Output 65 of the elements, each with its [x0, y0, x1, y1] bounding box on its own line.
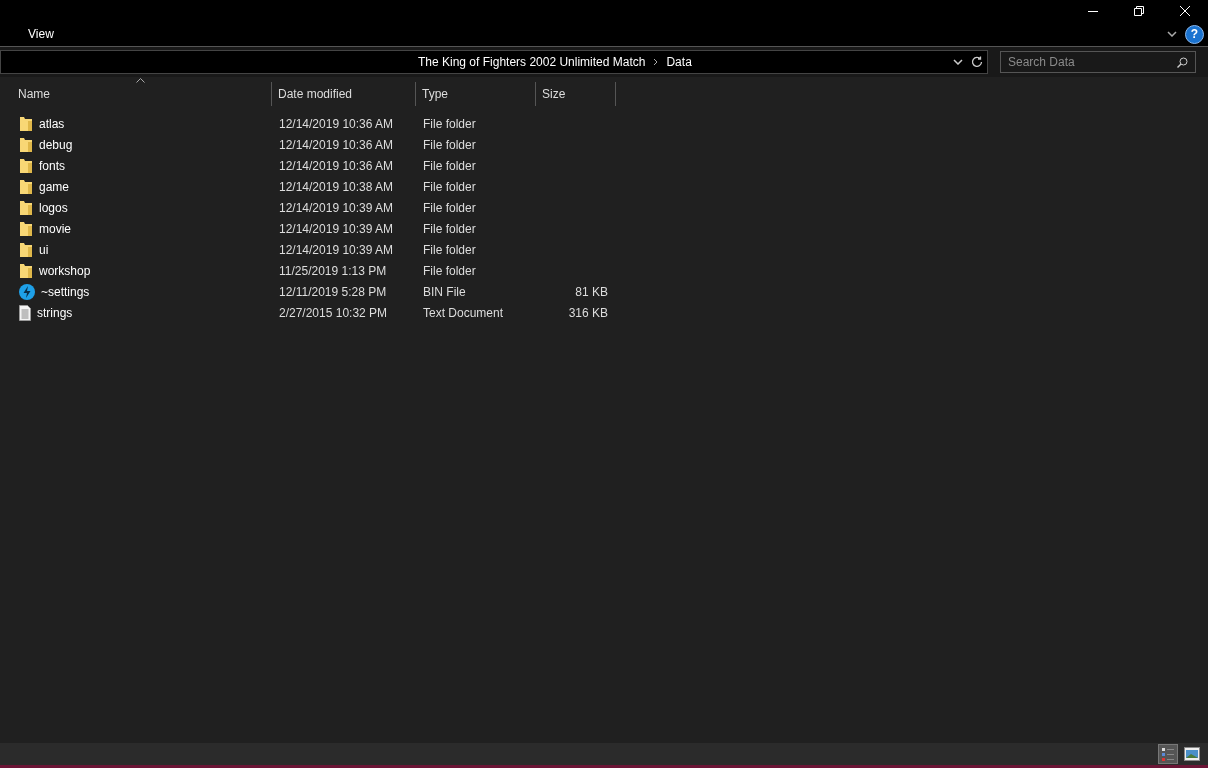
column-header[interactable]: Type [416, 82, 536, 106]
file-name[interactable]: game [39, 179, 70, 194]
details-view-button[interactable] [1158, 744, 1178, 764]
breadcrumb[interactable]: Data [664, 55, 694, 69]
file-name[interactable]: atlas [39, 116, 65, 131]
preview-view-icon [1184, 747, 1200, 761]
ribbon-tab[interactable]: View [18, 25, 64, 43]
chevron-down-icon[interactable] [1167, 31, 1177, 37]
column-header[interactable]: Date modified [272, 82, 416, 106]
folder-icon [19, 241, 33, 258]
address-bar[interactable]: The King of Fighters 2002 Unlimited Match Data [0, 50, 988, 74]
type-cell-text: File folder [422, 242, 477, 257]
close-icon [1180, 6, 1190, 16]
document-icon [19, 304, 31, 321]
restore-icon [1134, 6, 1144, 16]
search-icon [1177, 57, 1188, 68]
date-cell-text: 12/14/2019 10:39 AM [278, 221, 395, 236]
type-cell-text: File folder [422, 158, 477, 173]
breadcrumb[interactable]: The King of Fighters 2002 Unlimited Match [416, 55, 648, 69]
size-cell-text: 81 KB [574, 284, 609, 299]
minimize-icon [1088, 10, 1098, 12]
file-name[interactable]: fonts [39, 158, 65, 173]
date-cell-text: 12/14/2019 10:36 AM [278, 116, 395, 131]
file-name[interactable]: movie [39, 221, 71, 236]
file-name[interactable]: debug [39, 137, 73, 152]
type-cell-text: File folder [422, 179, 477, 194]
folder-icon [19, 262, 33, 279]
help-button[interactable]: ? [1185, 24, 1204, 44]
details-view-icon [1161, 747, 1175, 761]
tiles-view-button[interactable] [1182, 744, 1202, 764]
date-cell-text: 12/14/2019 10:39 AM [278, 200, 395, 215]
type-cell-text: File folder [422, 137, 477, 152]
type-cell-text: File folder [422, 116, 477, 131]
lightning-icon [19, 283, 35, 300]
date-cell-text: 12/14/2019 10:36 AM [278, 137, 395, 152]
file-name[interactable]: strings [37, 305, 73, 320]
column-header[interactable]: Name [0, 82, 272, 106]
folder-icon [19, 199, 33, 216]
folder-icon [19, 157, 33, 174]
size-cell-text: 316 KB [567, 305, 609, 320]
date-cell-text: 2/27/2015 10:32 PM [278, 305, 389, 320]
file-name[interactable]: workshop [39, 263, 91, 278]
folder-icon [19, 136, 33, 153]
column-header[interactable]: Size [536, 82, 616, 106]
folder-icon [19, 115, 33, 132]
type-cell-text: Text Document [422, 305, 505, 320]
folder-icon [19, 220, 33, 237]
date-cell-text: 12/11/2019 5:28 PM [278, 284, 388, 299]
date-cell-text: 12/14/2019 10:36 AM [278, 158, 395, 173]
refresh-icon[interactable] [971, 56, 983, 68]
date-cell-text: 12/14/2019 10:39 AM [278, 242, 395, 257]
dropdown-icon[interactable] [953, 59, 963, 65]
file-name[interactable]: ui [39, 242, 49, 257]
search-field[interactable]: Search Data [1000, 51, 1196, 73]
type-cell-text: BIN File [422, 284, 467, 299]
folder-icon [19, 178, 33, 195]
file-name[interactable]: logos [39, 200, 68, 215]
type-cell-text: File folder [422, 221, 477, 236]
sort-ascending-icon [135, 78, 145, 83]
file-name[interactable]: ~settings [41, 284, 90, 299]
chevron-right-icon [653, 58, 659, 66]
date-cell-text: 12/14/2019 10:38 AM [278, 179, 395, 194]
date-cell-text: 11/25/2019 1:13 PM [278, 263, 388, 278]
type-cell-text: File folder [422, 200, 477, 215]
type-cell-text: File folder [422, 263, 477, 278]
